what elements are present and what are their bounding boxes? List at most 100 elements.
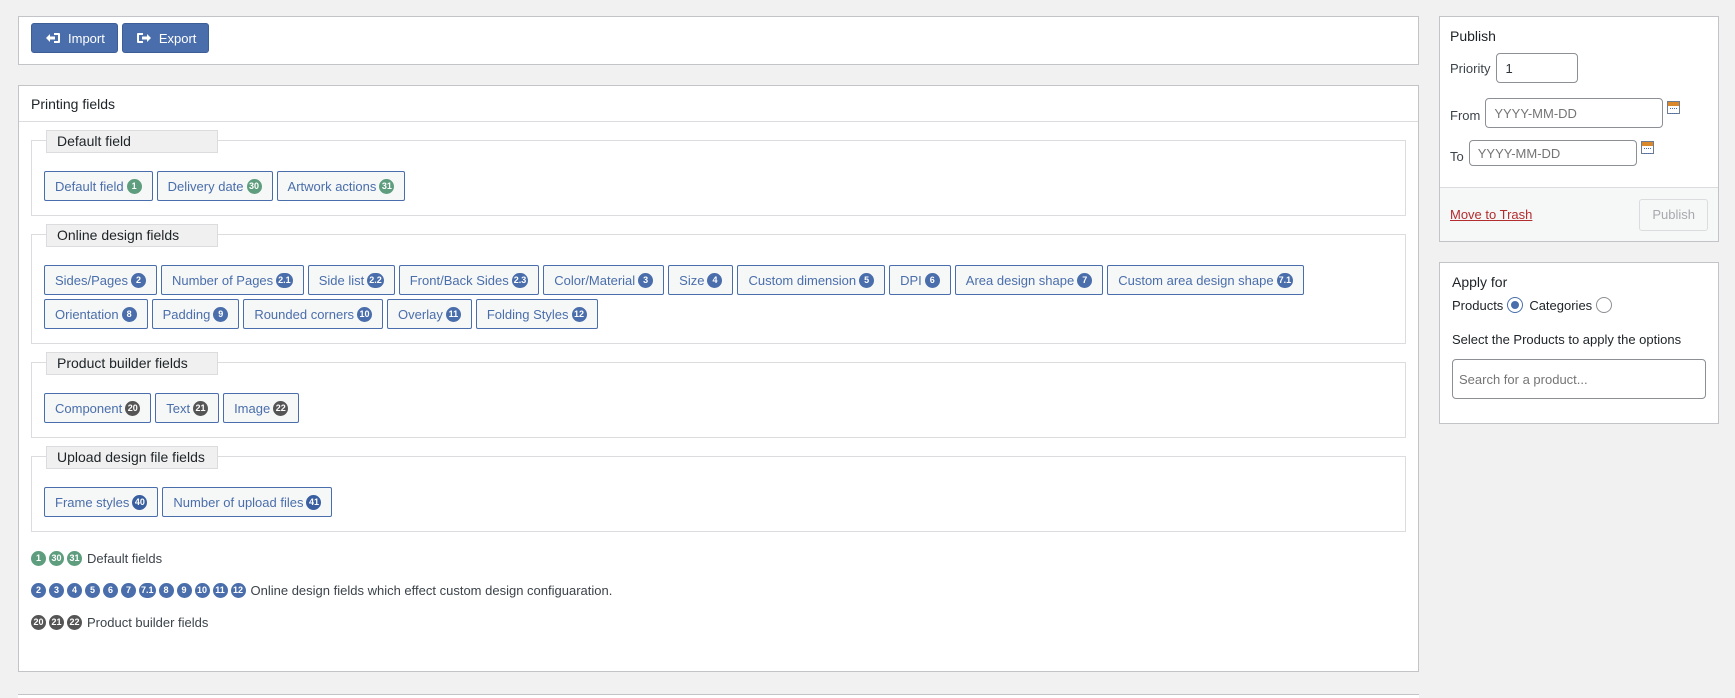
field-button-label: Number of upload files: [173, 494, 304, 510]
field-badge: 2.1: [276, 272, 293, 288]
products-radio[interactable]: [1507, 297, 1524, 313]
move-to-trash-link[interactable]: Move to Trash: [1450, 207, 1532, 222]
field-group-legend: Online design fields: [46, 224, 218, 247]
field-badge: 21: [193, 400, 209, 416]
legend-badge: 7.1: [139, 582, 156, 598]
field-button[interactable]: Color/Material 3: [543, 265, 665, 295]
field-button[interactable]: Sides/Pages 2: [44, 265, 157, 295]
field-button[interactable]: Component 20: [44, 393, 152, 423]
apply-for-hint: Select the Products to apply the options: [1452, 332, 1682, 347]
priority-row: Priority: [1440, 53, 1718, 83]
field-badge: 20: [125, 400, 141, 416]
publish-button[interactable]: Publish: [1639, 198, 1708, 231]
field-button[interactable]: Orientation 8: [44, 299, 148, 329]
field-badge: 3: [638, 272, 654, 288]
field-button-label: Custom area design shape: [1118, 272, 1274, 288]
import-icon: [46, 33, 60, 43]
field-button[interactable]: Number of upload files 41: [162, 487, 333, 517]
legend-badge: 3: [49, 582, 64, 598]
field-badge: 30: [246, 178, 262, 194]
field-badge: 5: [859, 272, 875, 288]
field-button[interactable]: Custom dimension 5: [737, 265, 886, 295]
legend-badge: 2: [31, 582, 46, 598]
legend-badge: 5: [85, 582, 100, 598]
field-groups: Default field Default field 1 Delivery date…: [19, 130, 1418, 532]
field-button[interactable]: Number of Pages 2.1: [161, 265, 304, 295]
field-group: Default field Default field 1 Delivery date…: [31, 130, 1406, 216]
field-button[interactable]: Text 21: [155, 393, 220, 423]
field-badge: 2.2: [367, 272, 384, 288]
field-button-label: Sides/Pages: [55, 272, 128, 288]
sidebar: Publish Priority From To Move to Trash P…: [1439, 16, 1719, 424]
field-badge: 9: [213, 306, 229, 322]
field-badge: 11: [445, 306, 461, 322]
legend-text: Product builder fields: [87, 614, 209, 630]
field-button-label: Area design shape: [965, 272, 1075, 288]
import-button[interactable]: Import: [31, 23, 118, 53]
apply-for-options: Products Categories: [1440, 297, 1718, 313]
priority-input[interactable]: [1496, 53, 1579, 83]
field-badge: 7.1: [1276, 272, 1294, 288]
field-button[interactable]: Padding 9: [151, 299, 240, 329]
from-date-input[interactable]: [1485, 98, 1664, 128]
field-button-label: Rounded corners: [254, 306, 355, 322]
field-button-label: Color/Material: [554, 272, 636, 288]
field-button[interactable]: Size 4: [668, 265, 734, 295]
field-badge: 10: [357, 306, 373, 322]
categories-radio[interactable]: [1596, 297, 1613, 313]
field-badge: 2.3: [511, 272, 529, 288]
import-export-toolbar: Import Export: [18, 16, 1419, 65]
field-button-label: DPI: [900, 272, 922, 288]
field-button[interactable]: Artwork actions 31: [276, 171, 406, 201]
calendar-icon[interactable]: [1667, 100, 1681, 114]
field-button[interactable]: Frame styles 40: [44, 487, 159, 517]
field-group-legend: Product builder fields: [46, 352, 218, 375]
badge-legend-line: 2 3 4 5 6 7 7.1 8 9 10 11 12 Online design fields wh…: [31, 582, 1406, 598]
legend-badge: 12: [230, 582, 246, 598]
field-button[interactable]: Folding Styles 12: [475, 299, 598, 329]
field-button[interactable]: Overlay 11: [387, 299, 472, 329]
field-button[interactable]: Custom area design shape 7.1: [1107, 265, 1305, 295]
field-button-label: Orientation: [55, 306, 119, 322]
legend-badge: 10: [194, 582, 210, 598]
field-button[interactable]: Area design shape 7: [954, 265, 1104, 295]
field-button-label: Delivery date: [167, 178, 244, 194]
field-badge: 41: [306, 494, 322, 510]
field-buttons: Frame styles 40 Number of upload files 41: [32, 457, 1405, 531]
field-badge: 2: [131, 272, 146, 288]
field-buttons: Default field 1 Delivery date 30 Artwork act…: [32, 141, 1405, 215]
legend-badge: 21: [49, 614, 64, 630]
field-button-label: Size: [679, 272, 705, 288]
field-badge: 4: [707, 272, 723, 288]
to-label: To: [1450, 148, 1464, 164]
calendar-icon[interactable]: [1640, 140, 1654, 154]
products-label: Products: [1452, 297, 1504, 313]
field-button[interactable]: Default field 1: [44, 171, 153, 201]
field-button[interactable]: Delivery date 30: [156, 171, 273, 201]
field-badge: 1: [126, 178, 142, 194]
field-group-legend: Default field: [46, 130, 218, 153]
badge-legend-line: 20 21 22 Product builder fields: [31, 614, 1406, 630]
field-button[interactable]: Image 22: [223, 393, 300, 423]
product-search-input[interactable]: [1452, 359, 1706, 399]
legend-badge: 8: [158, 582, 174, 598]
field-button[interactable]: Side list 2.2: [307, 265, 395, 295]
field-group: Product builder fields Component 20 Text 21 I…: [31, 352, 1406, 438]
field-button-label: Text: [166, 400, 191, 416]
printing-fields-panel: Printing fields Default field Default fie…: [18, 85, 1419, 672]
publish-actions: Move to Trash Publish: [1440, 187, 1718, 241]
field-button-label: Image: [234, 400, 271, 416]
field-button-label: Frame styles: [55, 494, 130, 510]
priority-label: Priority: [1450, 60, 1491, 76]
field-button[interactable]: Rounded corners 10: [243, 299, 384, 329]
main-column: Import Export Printing fields Default fi…: [18, 16, 1419, 672]
field-badge: 31: [379, 178, 395, 194]
legend-badge: 9: [176, 582, 192, 598]
to-row: To: [1440, 140, 1718, 166]
field-button[interactable]: DPI 6: [889, 265, 951, 295]
field-button-label: Padding: [162, 306, 211, 322]
field-button[interactable]: Front/Back Sides 2.3: [398, 265, 540, 295]
export-button[interactable]: Export: [121, 23, 210, 53]
to-date-input[interactable]: [1468, 140, 1637, 166]
field-group: Upload design file fields Frame styles 40 N…: [31, 446, 1406, 532]
